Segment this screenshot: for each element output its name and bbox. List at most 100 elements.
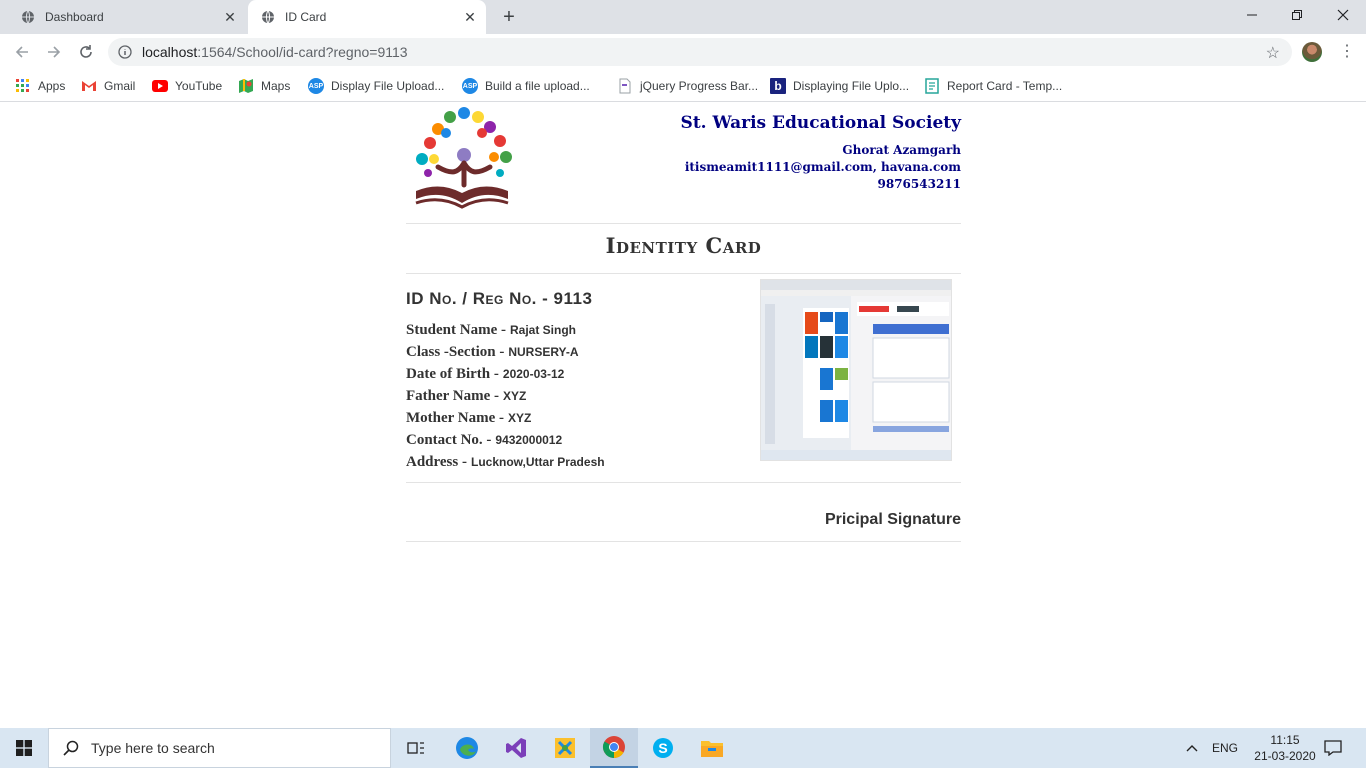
registration-number: ID No. / Reg No. - 9113 — [406, 289, 592, 309]
reload-icon — [80, 45, 92, 58]
bookmark-apps[interactable]: Apps — [15, 76, 65, 96]
field-mother-name: Mother Name - XYZ — [406, 409, 605, 431]
reload-button[interactable] — [76, 42, 96, 62]
address-bar[interactable]: localhost:1564/School/id-card?regno=9113… — [108, 38, 1292, 66]
bookmark-report-card[interactable]: Report Card - Temp... — [924, 76, 1062, 96]
society-tree-logo — [415, 107, 512, 209]
tab-dashboard[interactable]: Dashboard ✕ — [8, 0, 246, 34]
url-text[interactable]: localhost:1564/School/id-card?regno=9113 — [142, 44, 408, 60]
bookmark-label: Gmail — [104, 79, 136, 93]
close-tab-icon[interactable]: ✕ — [462, 9, 478, 25]
field-label: Mother Name - — [406, 410, 505, 426]
bookmark-build-file-upload[interactable]: ASP Build a file upload... — [462, 76, 590, 96]
field-date-of-birth: Date of Birth -2020-03-12 — [406, 365, 605, 387]
close-window-button[interactable] — [1320, 0, 1366, 30]
field-address: Address - Lucknow,Uttar Pradesh — [406, 453, 605, 475]
taskbar-edge[interactable] — [443, 728, 491, 768]
bookmark-label: Build a file upload... — [485, 79, 590, 93]
new-tab-button[interactable]: + — [499, 7, 519, 27]
minimize-window-button[interactable] — [1229, 0, 1275, 30]
field-value: NURSERY-A — [508, 345, 579, 359]
field-class-section: Class -Section - NURSERY-A — [406, 343, 605, 365]
skype-icon: S — [653, 738, 673, 758]
bookmark-label: jQuery Progress Bar... — [640, 79, 759, 93]
field-value: XYZ — [508, 411, 532, 425]
page-icon — [617, 78, 633, 94]
visual-studio-icon — [506, 738, 526, 758]
bookmark-maps[interactable]: Maps — [238, 76, 290, 96]
chrome-icon — [603, 736, 625, 758]
field-value: XYZ — [503, 389, 527, 403]
student-photo — [760, 279, 952, 461]
system-tray-chevron[interactable] — [1186, 728, 1198, 768]
language-indicator[interactable]: ENG — [1212, 728, 1238, 768]
card-title: Identity Card — [605, 233, 762, 258]
org-address: Ghorat Azamgarh — [842, 143, 961, 157]
notification-icon — [1324, 740, 1342, 756]
divider — [406, 273, 961, 274]
gmail-icon — [81, 78, 97, 94]
search-placeholder: Type here to search — [91, 740, 215, 756]
taskbar-app-green[interactable] — [541, 728, 589, 768]
clock-time: 11:15 — [1270, 733, 1300, 747]
bookmark-star-icon[interactable]: ☆ — [1266, 43, 1280, 63]
minimize-icon — [1247, 14, 1257, 16]
bookmark-gmail[interactable]: Gmail — [81, 76, 135, 96]
close-tab-icon[interactable]: ✕ — [222, 9, 238, 25]
b-icon: b — [770, 78, 786, 94]
notifications-button[interactable] — [1324, 728, 1342, 768]
svg-text:S: S — [658, 740, 667, 756]
bookmark-displaying-file-upload[interactable]: b Displaying File Uplo... — [770, 76, 909, 96]
asp-icon: ASP — [308, 78, 324, 94]
tab-id-card[interactable]: ID Card ✕ — [248, 0, 486, 34]
field-label: Contact No. - — [406, 432, 492, 448]
bookmark-jquery-progress[interactable]: jQuery Progress Bar... — [617, 76, 758, 96]
template-icon — [924, 78, 940, 94]
bookmarks-bar: Apps Gmail YouTube Maps ASP Display File… — [0, 70, 1366, 102]
field-student-name: Student Name - Rajat Singh — [406, 321, 605, 343]
field-label: Address - — [406, 454, 467, 470]
field-label: Father Name - — [406, 388, 500, 404]
field-value: 2020-03-12 — [502, 367, 565, 381]
restore-window-button[interactable] — [1274, 0, 1320, 30]
edge-icon — [456, 737, 478, 759]
bookmark-label: Display File Upload... — [331, 79, 445, 93]
field-label: Student Name - — [406, 322, 506, 338]
org-contact: itismeamit1111@gmail.com, havana.com — [684, 160, 961, 174]
field-value: 9432000012 — [495, 433, 563, 447]
student-details: Student Name - Rajat Singh Class -Section… — [406, 321, 605, 475]
forward-button[interactable] — [44, 42, 64, 62]
field-contact-no: Contact No. -9432000012 — [406, 431, 605, 453]
profile-avatar[interactable] — [1302, 42, 1322, 62]
field-label: Class -Section - — [406, 344, 505, 360]
arrow-right-icon — [48, 46, 61, 58]
globe-icon — [262, 10, 274, 24]
taskbar-visual-studio[interactable] — [492, 728, 540, 768]
field-father-name: Father Name - XYZ — [406, 387, 605, 409]
close-icon — [1337, 9, 1349, 21]
taskbar-file-explorer[interactable] — [688, 728, 736, 768]
taskbar-skype[interactable]: S — [639, 728, 687, 768]
page-content: St. Waris Educational Society Ghorat Aza… — [0, 103, 1366, 728]
back-button[interactable] — [12, 42, 32, 62]
menu-kebab-icon[interactable]: ⋮ — [1337, 42, 1357, 62]
bookmark-label: Apps — [38, 79, 66, 93]
taskbar-clock[interactable]: 11:15 21-03-2020 — [1250, 732, 1320, 764]
bookmark-youtube[interactable]: YouTube — [152, 76, 222, 96]
url-host: localhost — [142, 44, 198, 60]
taskbar-search-box[interactable]: Type here to search — [48, 728, 391, 768]
windows-taskbar: Type here to search S ENG 11:15 21-03-20… — [0, 728, 1366, 768]
bookmark-display-file-upload[interactable]: ASP Display File Upload... — [308, 76, 444, 96]
url-path: :1564/School/id-card?regno=9113 — [197, 44, 408, 60]
clock-date: 21-03-2020 — [1254, 749, 1316, 763]
bookmark-label: Report Card - Temp... — [947, 79, 1063, 93]
tab-label: Dashboard — [45, 10, 104, 24]
info-icon[interactable] — [118, 45, 132, 59]
field-value: Rajat Singh — [510, 323, 577, 337]
task-view-button[interactable] — [392, 728, 440, 768]
taskbar-chrome[interactable] — [590, 728, 638, 768]
tab-label: ID Card — [285, 10, 327, 24]
divider — [406, 482, 961, 483]
youtube-icon — [152, 80, 168, 92]
start-button[interactable] — [0, 728, 48, 768]
